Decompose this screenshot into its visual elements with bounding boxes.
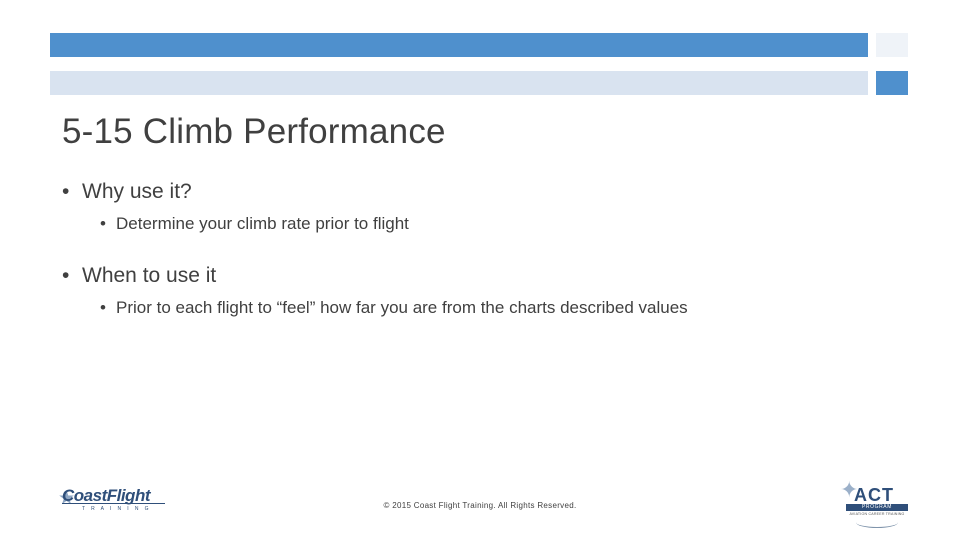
act-logo-text: ACT xyxy=(854,485,894,505)
act-logo: ✦ ACT PROGRAM AVIATION CAREER TRAINING xyxy=(838,479,916,528)
bullet-level2: • Prior to each flight to “feel” how far … xyxy=(62,296,902,320)
bullet-marker-icon: • xyxy=(62,264,70,287)
act-logo-arc xyxy=(856,517,898,528)
coast-flight-logo-subtitle: T R A I N I N G xyxy=(82,506,151,512)
bullet-marker-icon: • xyxy=(100,214,106,233)
bullet-level2: • Determine your climb rate prior to flig… xyxy=(62,212,902,236)
coast-flight-logo: ★ CoastFlight T R A I N I N G xyxy=(52,484,172,520)
bullet-level1: • Why use it? xyxy=(62,178,902,206)
header-bar-primary xyxy=(50,33,868,57)
bullet-text: Why use it? xyxy=(82,180,192,203)
bullet-text: Prior to each flight to “feel” how far y… xyxy=(116,298,688,317)
bullet-level1: • When to use it xyxy=(62,262,902,290)
act-logo-band: PROGRAM xyxy=(846,504,908,511)
bullet-text: When to use it xyxy=(82,264,217,287)
slide-body: • Why use it? • Determine your climb rate … xyxy=(62,178,902,334)
bullet-marker-icon: • xyxy=(100,298,106,317)
page-title: 5-15 Climb Performance xyxy=(62,112,446,151)
logo-divider xyxy=(62,503,165,504)
bullet-marker-icon: • xyxy=(62,180,70,203)
header-bar-corner-accent xyxy=(876,71,908,95)
header-bar-secondary xyxy=(50,71,868,95)
bullet-text: Determine your climb rate prior to fligh… xyxy=(116,214,409,233)
header-bar-corner-pale xyxy=(876,33,908,57)
bullet-spacer xyxy=(62,250,902,262)
